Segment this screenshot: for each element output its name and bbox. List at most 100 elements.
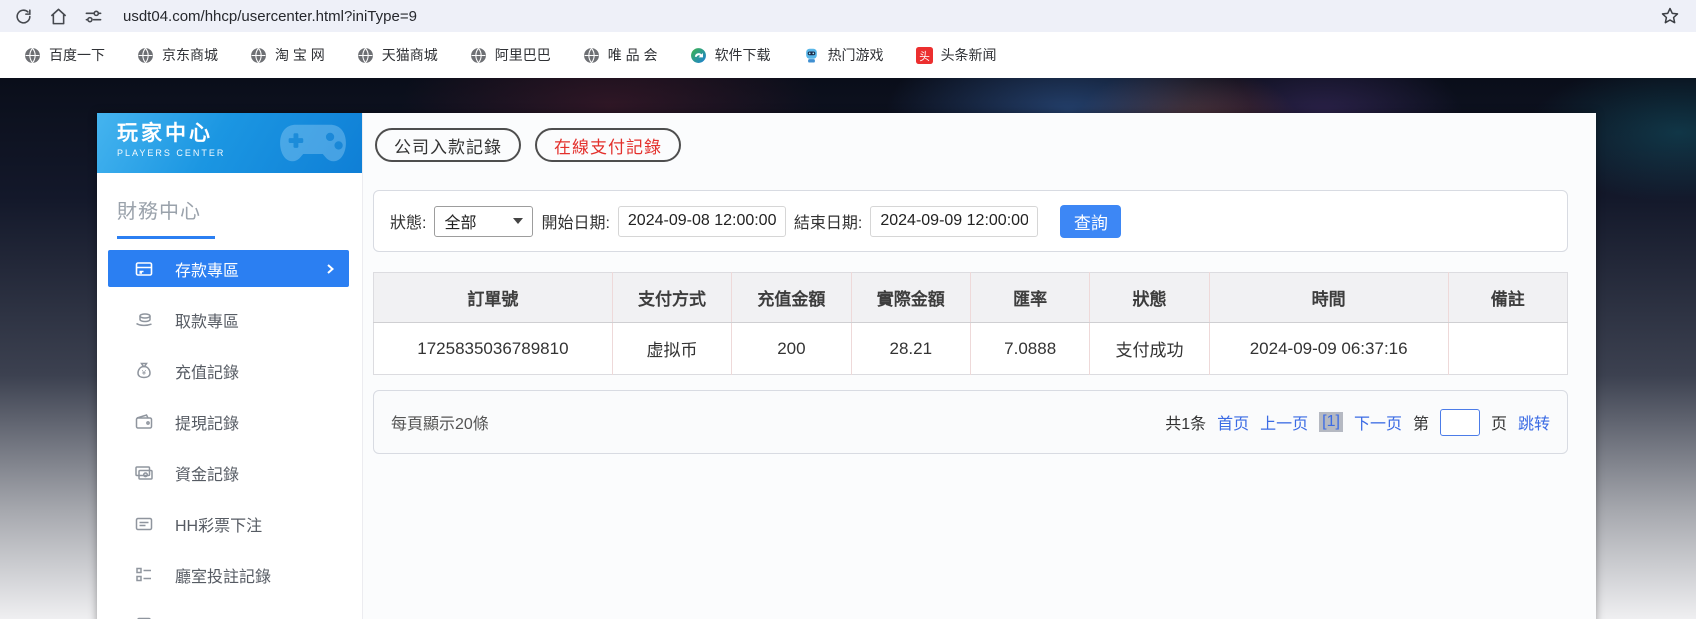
- home-icon[interactable]: [49, 7, 68, 26]
- bookmark-label: 热门游戏: [828, 45, 884, 65]
- globe-icon: [24, 47, 41, 64]
- sidebar-item-label: 取款專區: [175, 308, 239, 332]
- globe-icon: [583, 47, 600, 64]
- bookmark-jd[interactable]: 京东商城: [137, 45, 218, 65]
- cell-remark: [1448, 323, 1567, 375]
- table-header-row: 訂單號 支付方式 充值金額 實際金額 匯率 狀態 時間 備註: [374, 273, 1568, 323]
- sidebar-item-player-bet-report[interactable]: 玩家投注報表: [108, 607, 349, 619]
- bookmark-software[interactable]: 软件下载: [690, 45, 771, 65]
- bookmark-label: 唯 品 会: [608, 45, 658, 65]
- bookmark-label: 百度一下: [49, 45, 105, 65]
- bookmark-label: 阿里巴巴: [495, 45, 551, 65]
- deposit-card-icon: [134, 259, 154, 279]
- column-header-remark: 備註: [1448, 273, 1567, 323]
- next-page-link[interactable]: 下一页: [1354, 410, 1402, 434]
- page-background: 玩家中心 PLAYERS CENTER 財務中心 存款專區 取款專區: [0, 78, 1696, 619]
- player-report-icon: [134, 616, 154, 619]
- section-underline: [117, 236, 215, 239]
- end-date-input[interactable]: [870, 206, 1038, 237]
- current-page-indicator: [1]: [1319, 412, 1343, 432]
- pagination-bar: 每頁顯示20條 共1条 首页 上一页 [1] 下一页 第 页 跳转: [373, 390, 1568, 454]
- lottery-ticket-icon: [134, 514, 154, 534]
- bookmark-label: 软件下载: [715, 45, 771, 65]
- prev-page-link[interactable]: 上一页: [1260, 410, 1308, 434]
- filter-bar: 狀態: 全部 開始日期: 結束日期: 查詢: [373, 190, 1568, 252]
- bookmark-vip[interactable]: 唯 品 会: [583, 45, 658, 65]
- bookmark-baidu[interactable]: 百度一下: [24, 45, 105, 65]
- sidebar-item-label: 資金記錄: [175, 461, 239, 485]
- globe-icon: [357, 47, 374, 64]
- column-header-pay-method: 支付方式: [612, 273, 731, 323]
- record-tabs: 公司入款記錄 在線支付記錄: [373, 128, 1568, 162]
- column-header-status: 狀態: [1090, 273, 1209, 323]
- bookmark-tmall[interactable]: 天猫商城: [357, 45, 438, 65]
- svg-text:¥: ¥: [142, 368, 147, 377]
- site-info-icon[interactable]: [84, 7, 103, 26]
- bookmark-label: 天猫商城: [382, 45, 438, 65]
- sidebar-item-withdraw[interactable]: 取款專區: [108, 301, 349, 338]
- cell-status: 支付成功: [1090, 323, 1209, 375]
- sidebar-item-label: 存款專區: [175, 257, 239, 281]
- jump-page-input[interactable]: [1440, 409, 1480, 436]
- payment-records-table: 訂單號 支付方式 充值金額 實際金額 匯率 狀態 時間 備註 172583503…: [373, 272, 1568, 375]
- bookmarks-bar: 百度一下 京东商城 淘 宝 网 天猫商城 阿里巴巴 唯 品 会 软件下载 热门游…: [0, 32, 1696, 78]
- bookmark-star-icon[interactable]: [1660, 6, 1680, 26]
- end-date-label: 結束日期:: [794, 209, 862, 233]
- chevron-right-icon: [323, 262, 337, 276]
- globe-icon: [137, 47, 154, 64]
- sidebar-item-deposit[interactable]: 存款專區: [108, 250, 349, 287]
- reload-icon[interactable]: [14, 7, 33, 26]
- sidebar-item-label: 提現記錄: [175, 410, 239, 434]
- browser-toolbar: usdt04.com/hhcp/usercenter.html?iniType=…: [0, 0, 1696, 32]
- table-row: 1725835036789810 虚拟币 200 28.21 7.0888 支付…: [374, 323, 1568, 375]
- first-page-link[interactable]: 首页: [1217, 410, 1249, 434]
- column-header-order-no: 訂單號: [374, 273, 613, 323]
- status-select-value: 全部: [444, 209, 476, 233]
- bookmark-taobao[interactable]: 淘 宝 网: [250, 45, 325, 65]
- player-center-panel: 玩家中心 PLAYERS CENTER 財務中心 存款專區 取款專區: [97, 113, 1596, 619]
- sidebar-item-label: 充值記錄: [175, 359, 239, 383]
- finance-section: 財務中心: [97, 173, 362, 239]
- total-count-text: 共1条: [1165, 410, 1206, 434]
- jump-button[interactable]: 跳转: [1518, 410, 1550, 434]
- start-date-input[interactable]: [618, 206, 786, 237]
- cell-pay-method: 虚拟币: [612, 323, 731, 375]
- bookmark-games[interactable]: 热门游戏: [803, 45, 884, 65]
- gamepad-icon: [274, 117, 352, 169]
- address-bar[interactable]: usdt04.com/hhcp/usercenter.html?iniType=…: [123, 8, 417, 25]
- svg-text:头: 头: [919, 50, 930, 62]
- cell-actual-amount: 28.21: [851, 323, 970, 375]
- cell-time: 2024-09-09 06:37:16: [1209, 323, 1448, 375]
- software-download-icon: [690, 47, 707, 64]
- sidebar: 玩家中心 PLAYERS CENTER 財務中心 存款專區 取款專區: [97, 113, 363, 619]
- hall-records-icon: [134, 565, 154, 585]
- cell-amount: 200: [732, 323, 851, 375]
- sidebar-item-label: HH彩票下注: [175, 512, 262, 536]
- records-content: 公司入款記錄 在線支付記錄 狀態: 全部 開始日期: 結束日期: 查詢: [373, 113, 1568, 454]
- bookmark-label: 头条新闻: [941, 45, 997, 65]
- cell-order-no: 1725835036789810: [374, 323, 613, 375]
- jump-prefix-text: 第: [1413, 410, 1429, 434]
- cell-rate: 7.0888: [970, 323, 1089, 375]
- sidebar-item-label: 玩家投注報表: [175, 614, 271, 619]
- status-label: 狀態:: [390, 209, 426, 233]
- bookmark-toutiao[interactable]: 头 头条新闻: [916, 45, 997, 65]
- sidebar-item-hall-bet-records[interactable]: 廳室投註記錄: [108, 556, 349, 593]
- sidebar-item-cashout-records[interactable]: 提現記錄: [108, 403, 349, 440]
- hot-games-icon: [803, 47, 820, 64]
- sidebar-item-recharge-records[interactable]: ¥ 充值記錄: [108, 352, 349, 389]
- globe-icon: [470, 47, 487, 64]
- column-header-rate: 匯率: [970, 273, 1089, 323]
- tab-company-deposit-records[interactable]: 公司入款記錄: [375, 128, 521, 162]
- sidebar-item-lottery-bets[interactable]: HH彩票下注: [108, 505, 349, 542]
- column-header-time: 時間: [1209, 273, 1448, 323]
- bookmark-alibaba[interactable]: 阿里巴巴: [470, 45, 551, 65]
- status-select[interactable]: 全部: [434, 206, 533, 237]
- sidebar-menu: 存款專區 取款專區 ¥ 充值記錄 提現記錄 資金記錄: [97, 250, 362, 619]
- search-button[interactable]: 查詢: [1060, 205, 1121, 238]
- tab-online-payment-records[interactable]: 在線支付記錄: [535, 128, 681, 162]
- chevron-down-icon: [513, 218, 523, 224]
- sidebar-item-fund-records[interactable]: 資金記錄: [108, 454, 349, 491]
- bookmark-label: 京东商城: [162, 45, 218, 65]
- toutiao-news-icon: 头: [916, 47, 933, 64]
